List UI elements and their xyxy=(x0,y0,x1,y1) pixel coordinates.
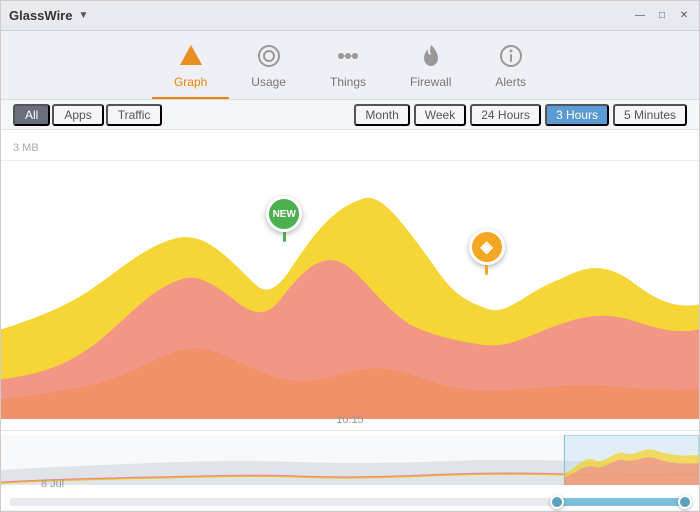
pin-new[interactable]: NEW xyxy=(266,196,302,242)
tab-firewall-label: Firewall xyxy=(410,75,451,89)
filter-bar: All Apps Traffic Month Week 24 Hours 3 H… xyxy=(1,100,699,130)
time-3hours-button[interactable]: 3 Hours xyxy=(545,104,609,126)
firewall-icon xyxy=(418,43,444,73)
pin-alert-tail xyxy=(485,265,488,275)
titlebar: GlassWire ▼ — □ ✕ xyxy=(1,1,699,31)
alerts-icon xyxy=(498,43,524,73)
tab-alerts-label: Alerts xyxy=(495,75,526,89)
filter-all-button[interactable]: All xyxy=(13,104,50,126)
tab-things-label: Things xyxy=(330,75,366,89)
scrollbar-track[interactable] xyxy=(9,498,691,506)
filter-right: Month Week 24 Hours 3 Hours 5 Minutes xyxy=(354,104,687,126)
x-axis-label: 10:15 xyxy=(336,414,364,426)
pin-alert[interactable]: ◈ xyxy=(469,229,505,275)
graph-icon xyxy=(178,43,204,73)
tab-graph-label: Graph xyxy=(174,75,207,89)
scrollbar-handle-left[interactable] xyxy=(550,495,564,509)
chart-svg xyxy=(1,150,699,419)
dropdown-arrow[interactable]: ▼ xyxy=(78,10,88,21)
titlebar-controls: — □ ✕ xyxy=(633,9,691,23)
tab-graph[interactable]: Graph xyxy=(152,39,229,99)
main-chart: 3 MB NEW ◈ 10:15 xyxy=(1,130,699,430)
filter-traffic-button[interactable]: Traffic xyxy=(106,104,163,126)
nav-tabs: Graph Usage Things Firewal xyxy=(1,31,699,100)
mini-chart-svg xyxy=(1,435,699,485)
usage-icon xyxy=(256,43,282,73)
scrollbar-thumb[interactable] xyxy=(551,498,691,506)
filter-apps-button[interactable]: Apps xyxy=(52,104,103,126)
mini-timeline: 8 Jul xyxy=(1,430,699,510)
app-name: GlassWire xyxy=(9,8,72,23)
tab-firewall[interactable]: Firewall xyxy=(388,39,473,99)
maximize-button[interactable]: □ xyxy=(655,9,669,23)
pin-alert-circle: ◈ xyxy=(469,229,505,265)
time-24hours-button[interactable]: 24 Hours xyxy=(470,104,541,126)
filter-left: All Apps Traffic xyxy=(13,104,354,126)
timeline-date-label: 8 Jul xyxy=(41,478,64,490)
time-5minutes-button[interactable]: 5 Minutes xyxy=(613,104,687,126)
close-button[interactable]: ✕ xyxy=(677,9,691,23)
tab-usage-label: Usage xyxy=(251,75,286,89)
titlebar-left: GlassWire ▼ xyxy=(9,8,88,23)
pin-new-circle: NEW xyxy=(266,196,302,232)
minimize-button[interactable]: — xyxy=(633,9,647,23)
tab-things[interactable]: Things xyxy=(308,39,388,99)
things-icon xyxy=(335,43,361,73)
time-week-button[interactable]: Week xyxy=(414,104,466,126)
tab-alerts[interactable]: Alerts xyxy=(473,39,548,99)
scrollbar-handle-right[interactable] xyxy=(678,495,692,509)
tab-usage[interactable]: Usage xyxy=(229,39,308,99)
time-month-button[interactable]: Month xyxy=(354,104,409,126)
pin-new-tail xyxy=(283,232,286,242)
